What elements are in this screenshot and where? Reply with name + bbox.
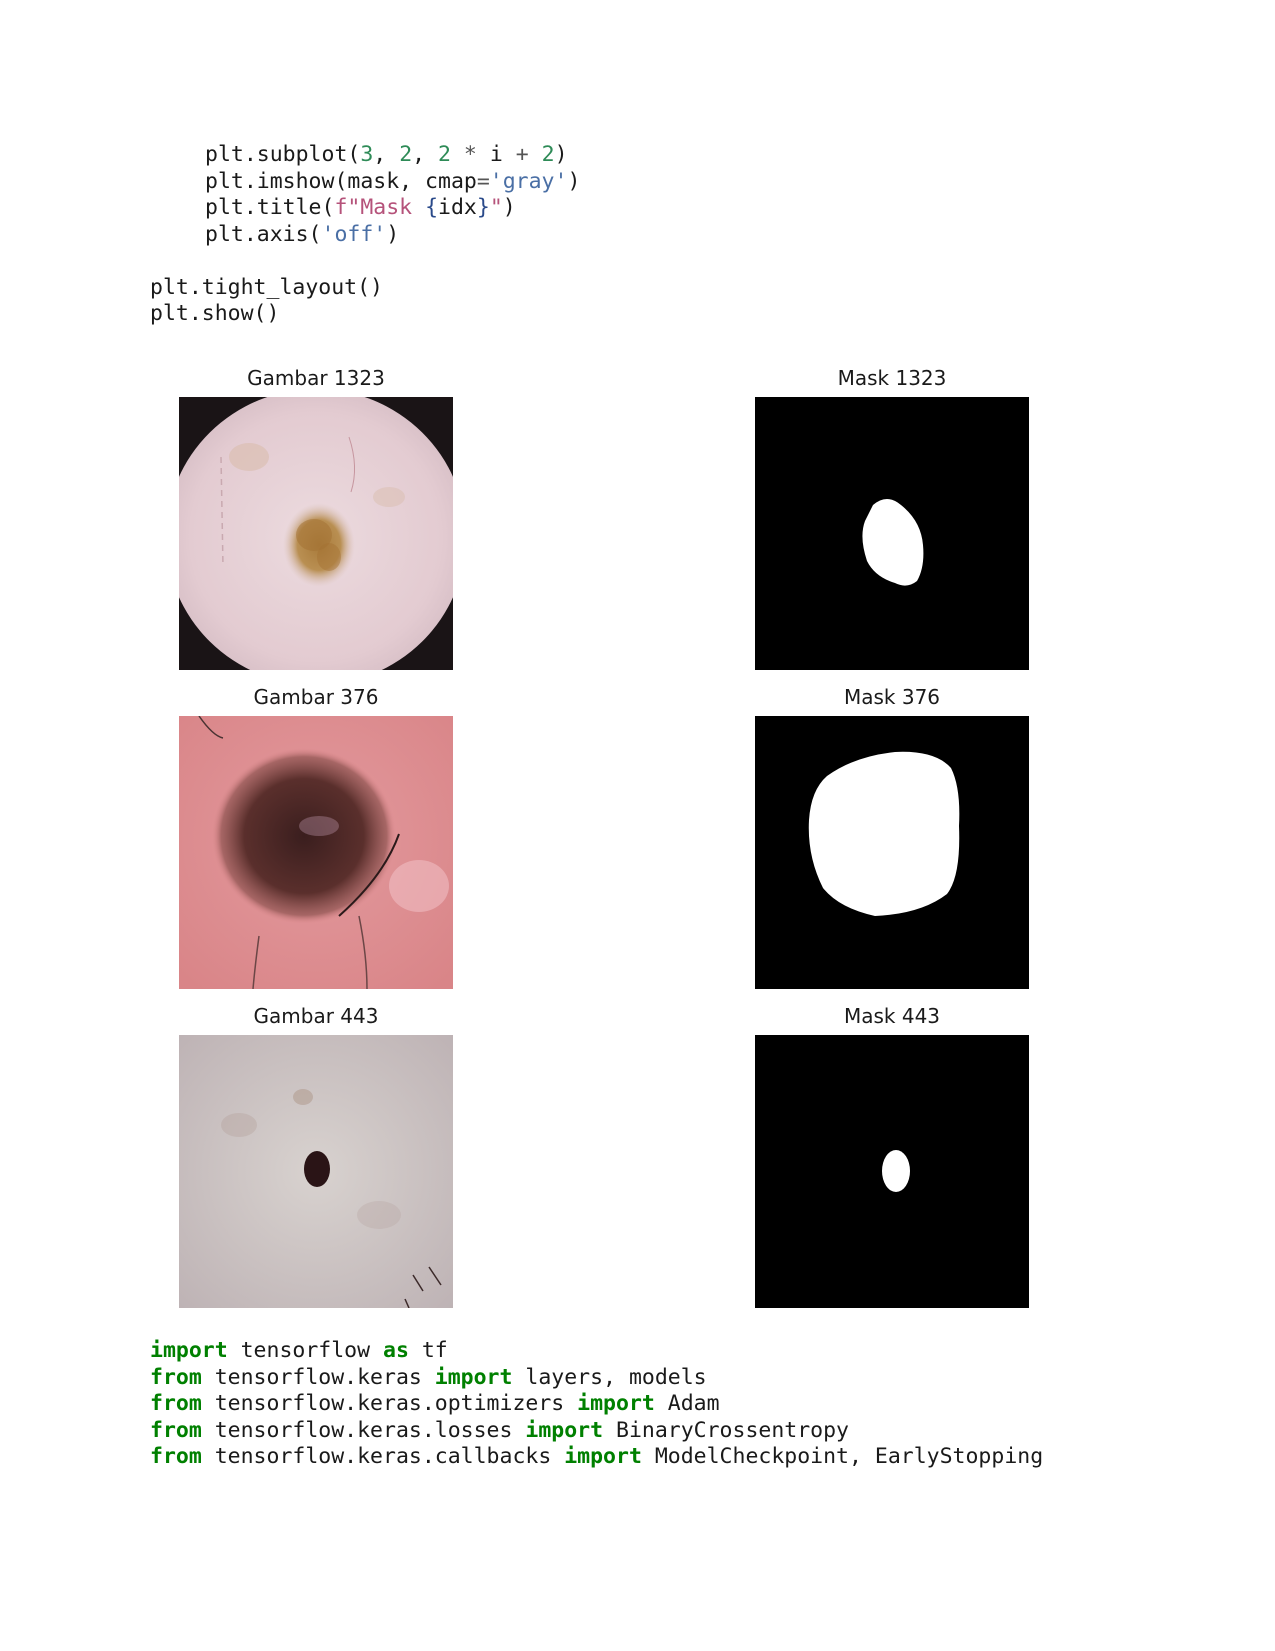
subplot-title: Mask 1323 xyxy=(837,366,947,390)
code-line: plt.subplot(3, 2, 2 * i + 2) xyxy=(150,142,580,169)
code-token: " xyxy=(489,195,503,220)
code-token: ) xyxy=(554,142,568,167)
code-keyword: import xyxy=(525,1417,604,1443)
code-line: from tensorflow.keras import layers, mod… xyxy=(150,1365,1043,1392)
code-block-bottom: import tensorflow as tf from tensorflow.k… xyxy=(150,1338,1043,1471)
code-token: 3 xyxy=(360,142,374,167)
code-token: plt.imshow(mask, cmap xyxy=(205,168,477,194)
code-token: { xyxy=(425,195,439,220)
subplot-title: Mask 376 xyxy=(843,685,941,709)
mask-image-443 xyxy=(755,1035,1029,1308)
code-token: = xyxy=(476,168,490,194)
code-token: ) xyxy=(502,195,516,220)
code-line: plt.title(f"Mask {idx}") xyxy=(150,195,580,222)
code-token: tensorflow.keras xyxy=(201,1364,435,1390)
code-keyword: from xyxy=(150,1444,202,1469)
code-keyword: import xyxy=(577,1391,655,1416)
code-keyword: import xyxy=(434,1364,513,1390)
code-token: 2 xyxy=(438,142,451,167)
subplot-title: Gambar 376 xyxy=(253,685,379,709)
code-block-top: plt.subplot(3, 2, 2 * i + 2) plt.imshow(m… xyxy=(150,142,580,328)
code-token: plt.subplot( xyxy=(205,142,361,167)
code-line: from tensorflow.keras.optimizers import … xyxy=(150,1391,1043,1418)
code-token: tensorflow.keras.optimizers xyxy=(201,1391,578,1416)
code-keyword: from xyxy=(150,1417,202,1443)
code-token: tensorflow.keras.losses xyxy=(201,1417,526,1443)
code-token: layers, models xyxy=(512,1364,707,1390)
code-token: , xyxy=(373,142,400,167)
code-token: f"Mask xyxy=(334,195,426,220)
code-token: Adam xyxy=(654,1391,720,1416)
code-line: plt.imshow(mask, cmap='gray') xyxy=(150,169,580,196)
code-token: 2 xyxy=(541,142,555,167)
code-token: ModelCheckpoint, EarlyStopping xyxy=(641,1444,1044,1469)
code-token: tensorflow.keras.callbacks xyxy=(201,1444,565,1469)
lesion-image-443 xyxy=(179,1035,453,1308)
code-token: plt.axis( xyxy=(205,221,322,247)
mask-image-1323 xyxy=(755,397,1029,670)
subplot-title: Gambar 443 xyxy=(253,1004,379,1028)
lesion-image-1323 xyxy=(179,397,453,670)
code-line: from tensorflow.keras.losses import Bina… xyxy=(150,1418,1043,1445)
code-keyword: from xyxy=(150,1391,202,1416)
code-token: 'gray' xyxy=(489,168,568,194)
code-token: 2 xyxy=(399,142,413,167)
code-keyword: import xyxy=(150,1338,228,1363)
code-line: plt.axis('off') xyxy=(150,222,580,249)
lesion-image-376 xyxy=(179,716,453,989)
subplot-title: Gambar 1323 xyxy=(247,366,385,390)
code-token: i xyxy=(489,142,503,167)
subplot-title: Mask 443 xyxy=(843,1004,941,1028)
code-line: plt.tight_layout() xyxy=(150,274,383,300)
code-token: } xyxy=(476,195,490,220)
code-token: 'off' xyxy=(321,221,387,247)
code-line: import tensorflow as tf xyxy=(150,1338,1043,1365)
code-token: idx xyxy=(438,195,477,220)
code-keyword: import xyxy=(564,1444,642,1469)
code-token: ) xyxy=(567,168,581,194)
code-keyword: from xyxy=(150,1364,202,1390)
code-token: , xyxy=(412,142,439,167)
code-token: tensorflow xyxy=(227,1338,384,1363)
mask-image-376 xyxy=(755,716,1029,989)
code-line: from tensorflow.keras.callbacks import M… xyxy=(150,1444,1043,1471)
code-token: BinaryCrossentropy xyxy=(603,1417,850,1443)
code-token: tf xyxy=(408,1338,448,1363)
code-keyword: as xyxy=(383,1338,409,1363)
code-line: plt.show() xyxy=(150,301,280,326)
code-token: + xyxy=(502,142,542,167)
code-token: * xyxy=(450,142,490,167)
code-token: plt.title( xyxy=(205,195,335,220)
code-token: ) xyxy=(386,221,400,247)
